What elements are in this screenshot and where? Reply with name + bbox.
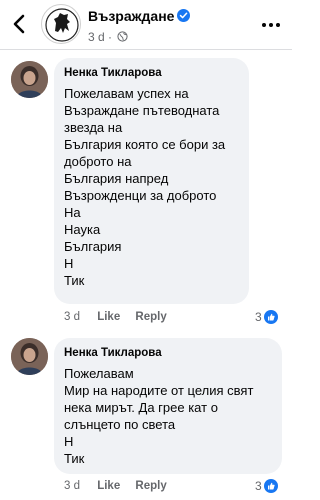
like-button[interactable]: Like [97, 480, 120, 492]
like-button[interactable]: Like [97, 311, 120, 323]
comment-text-line: слънцето по света [64, 417, 176, 432]
avatar-photo [11, 61, 48, 98]
reaction-count: 3 [255, 479, 262, 493]
comment-text-line: звезда на [64, 120, 123, 135]
post-meta: 3 d · [88, 30, 128, 44]
comment-text-line: Наука [64, 222, 101, 237]
comment-text-line: България [64, 239, 122, 254]
back-icon [13, 14, 25, 34]
reply-button[interactable]: Reply [135, 480, 166, 492]
comment-text-line: Тик [64, 273, 85, 288]
comment-actions: 3 d Like Reply [64, 480, 167, 492]
comment-bubble: Ненка Тикларова Пожелавам Мир на народит… [54, 338, 282, 474]
back-button[interactable] [8, 10, 32, 38]
thumbs-up-icon [263, 310, 278, 324]
more-options-button[interactable] [260, 14, 282, 36]
page-logo [45, 8, 79, 42]
comment-text-line: България която се бори за [64, 137, 226, 152]
page-name[interactable]: Възраждане [88, 8, 191, 24]
comment-text-line: Възраждане пътеводната [64, 103, 220, 118]
comment-time[interactable]: 3 d [64, 311, 80, 323]
comment-bubble: Ненка Тикларова Пожелавам успех на Възра… [54, 58, 249, 304]
commenter-avatar[interactable] [11, 61, 48, 98]
comment-text-line: Възрожденци за доброто [64, 188, 217, 203]
reaction-summary[interactable]: 3 [255, 479, 278, 493]
page-header: Възраждане 3 d · [0, 0, 292, 50]
more-options-icon [262, 23, 280, 27]
comment-author[interactable]: Ненка Тикларова [64, 347, 282, 359]
thumbs-up-icon [263, 479, 278, 493]
reply-button[interactable]: Reply [135, 311, 166, 323]
page-avatar[interactable] [41, 4, 81, 44]
post-time[interactable]: 3 d [88, 30, 105, 44]
comment-text-line: България напред [64, 171, 169, 186]
reaction-count: 3 [255, 310, 262, 324]
comment-text-line: На [64, 205, 81, 220]
verified-icon [177, 9, 191, 22]
comment-text-line: доброто на [64, 154, 132, 169]
comment-author[interactable]: Ненка Тикларова [64, 67, 249, 79]
comment-time[interactable]: 3 d [64, 480, 80, 492]
comment-text-line: Тик [64, 451, 85, 466]
page-name-text[interactable]: Възраждане [88, 8, 174, 24]
comment-actions: 3 d Like Reply [64, 311, 167, 323]
comment-text-line: Пожелавам [64, 366, 134, 381]
commenter-avatar[interactable] [11, 338, 48, 375]
avatar-photo [11, 338, 48, 375]
reaction-summary[interactable]: 3 [255, 310, 278, 324]
meta-separator: · [108, 30, 113, 44]
globe-icon [117, 31, 128, 42]
comment-text-line: Мир на народите от целия свят [64, 383, 254, 398]
comment-text-line: Пожелавам успех на [64, 86, 189, 101]
comment-text-line: Н [64, 434, 74, 449]
comment-text-line: нека мирът. Да грее кат о [64, 400, 218, 415]
comment-text-line: Н [64, 256, 74, 271]
